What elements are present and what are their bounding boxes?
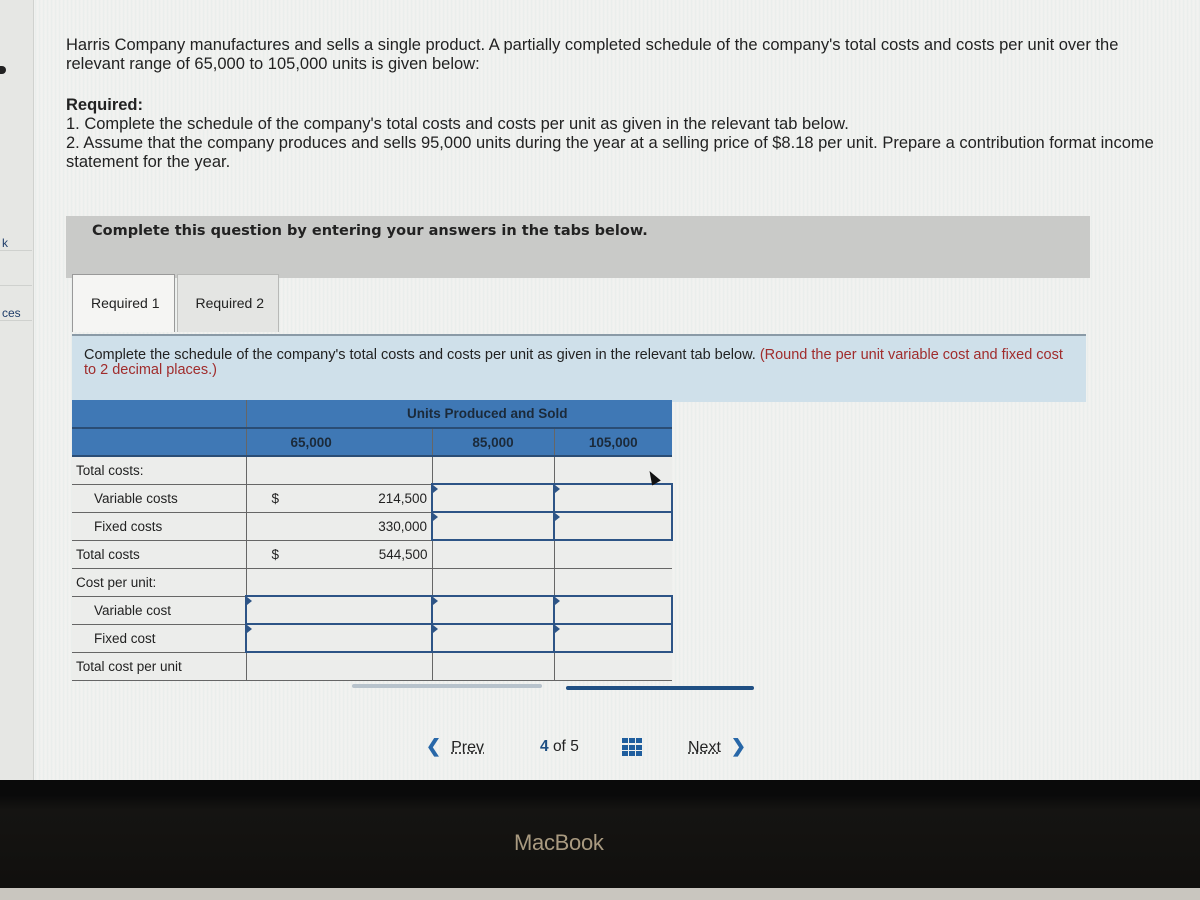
value-cell: 330,000 (304, 512, 432, 541)
chevron-left-icon: ❮ (426, 736, 442, 756)
input-variable-costs-85000[interactable] (431, 483, 555, 513)
column-header-65000: 65,000 (245, 428, 432, 457)
column-header-85000: 85,000 (431, 428, 554, 457)
table-row: Fixed costs 330,000 (72, 511, 673, 541)
cost-schedule-table: Units Produced and Sold 65,000 85,000 10… (72, 400, 673, 681)
laptop-base (0, 888, 1200, 900)
input-fixed-costs-105000[interactable] (553, 511, 673, 541)
edge-indicator (0, 66, 6, 74)
header-blank (72, 428, 246, 457)
device-brand-label: MacBook (514, 830, 604, 855)
row-label: Total cost per unit (72, 652, 246, 681)
tab-required-2[interactable]: Required 2 (176, 274, 279, 332)
units-produced-header: Units Produced and Sold (245, 400, 672, 429)
tab-required-1[interactable]: Required 1 (72, 274, 175, 332)
input-fixed-costs-85000[interactable] (431, 511, 555, 541)
banner-text: Complete this question by entering your … (92, 223, 648, 239)
table-row: Variable costs $ 214,500 (72, 483, 673, 513)
left-sidebar-partial: k ces (0, 0, 34, 780)
total-pages: 5 (570, 738, 579, 755)
laptop-bezel: MacBook (0, 780, 1200, 900)
table-header-group: Units Produced and Sold (72, 400, 672, 429)
header-blank (72, 400, 246, 429)
required-item-2: 2. Assume that the company produces and … (66, 134, 1154, 171)
input-fixed-cost-per-unit-85000[interactable] (431, 623, 555, 653)
column-header-105000: 105,000 (553, 428, 672, 457)
question-pager: ❮ Prev 4 of 5 Next ❯ (426, 736, 766, 760)
sidebar-item-partial-3[interactable]: ces (0, 306, 32, 321)
row-label: Total costs: (72, 456, 246, 485)
sidebar-item-partial-1[interactable]: k (0, 236, 32, 251)
of-label: of (552, 738, 566, 755)
input-fixed-cost-per-unit-65000[interactable] (245, 623, 433, 653)
row-label: Fixed costs (72, 512, 246, 541)
table-row: Cost per unit: (72, 568, 672, 597)
input-variable-cost-per-unit-105000[interactable] (553, 595, 673, 625)
value-cell: 544,500 (304, 540, 432, 569)
tab-instruction: Complete the schedule of the company's t… (72, 334, 1086, 402)
input-variable-cost-per-unit-85000[interactable] (431, 595, 555, 625)
value-cell (245, 652, 432, 681)
page-indicator: 4 of 5 (540, 738, 579, 756)
value-cell (431, 652, 554, 681)
table-row: Fixed cost (72, 623, 673, 653)
row-label: Fixed cost (72, 624, 246, 653)
value-cell: 214,500 (304, 484, 432, 513)
dollar-sign (245, 512, 304, 541)
prev-button[interactable]: ❮ Prev (426, 736, 484, 757)
row-label: Total costs (72, 540, 246, 569)
input-variable-cost-per-unit-65000[interactable] (245, 595, 433, 625)
current-page: 4 (540, 738, 549, 755)
required-item-1: 1. Complete the schedule of the company'… (66, 115, 849, 133)
table-header-columns: 65,000 85,000 105,000 (72, 428, 672, 457)
row-label: Cost per unit: (72, 568, 246, 597)
dollar-sign: $ (245, 484, 304, 513)
next-label: Next (688, 739, 721, 756)
instructions-banner: Complete this question by entering your … (66, 216, 1090, 278)
table-row: Total cost per unit (72, 652, 672, 681)
row-label: Variable cost (72, 596, 246, 625)
value-cell (431, 540, 554, 569)
tab-bar: Required 1 Required 2 (72, 274, 279, 332)
table-row: Total costs $ 544,500 (72, 540, 672, 569)
input-variable-costs-105000[interactable] (553, 483, 673, 513)
horizontal-scroll-track[interactable] (352, 684, 542, 688)
value-cell (553, 540, 672, 569)
dollar-sign: $ (245, 540, 304, 569)
chevron-right-icon: ❯ (730, 736, 746, 756)
next-button[interactable]: Next ❯ (688, 736, 746, 757)
screen: k ces Harris Company manufactures and se… (0, 0, 1200, 780)
table-row: Total costs: (72, 456, 672, 485)
problem-intro: Harris Company manufactures and sells a … (66, 36, 1119, 73)
sidebar-item-partial-2[interactable] (0, 268, 32, 286)
table-row: Variable cost (72, 595, 673, 625)
required-title: Required: (66, 96, 144, 114)
prev-label: Prev (451, 739, 484, 756)
grid-icon[interactable] (622, 738, 642, 756)
value-cell (553, 652, 672, 681)
horizontal-scroll-thumb[interactable] (566, 686, 754, 690)
required-section: Required: 1. Complete the schedule of th… (66, 96, 1176, 172)
input-fixed-cost-per-unit-105000[interactable] (553, 623, 673, 653)
instruction-text: Complete the schedule of the company's t… (84, 347, 756, 363)
row-label: Variable costs (72, 484, 246, 513)
